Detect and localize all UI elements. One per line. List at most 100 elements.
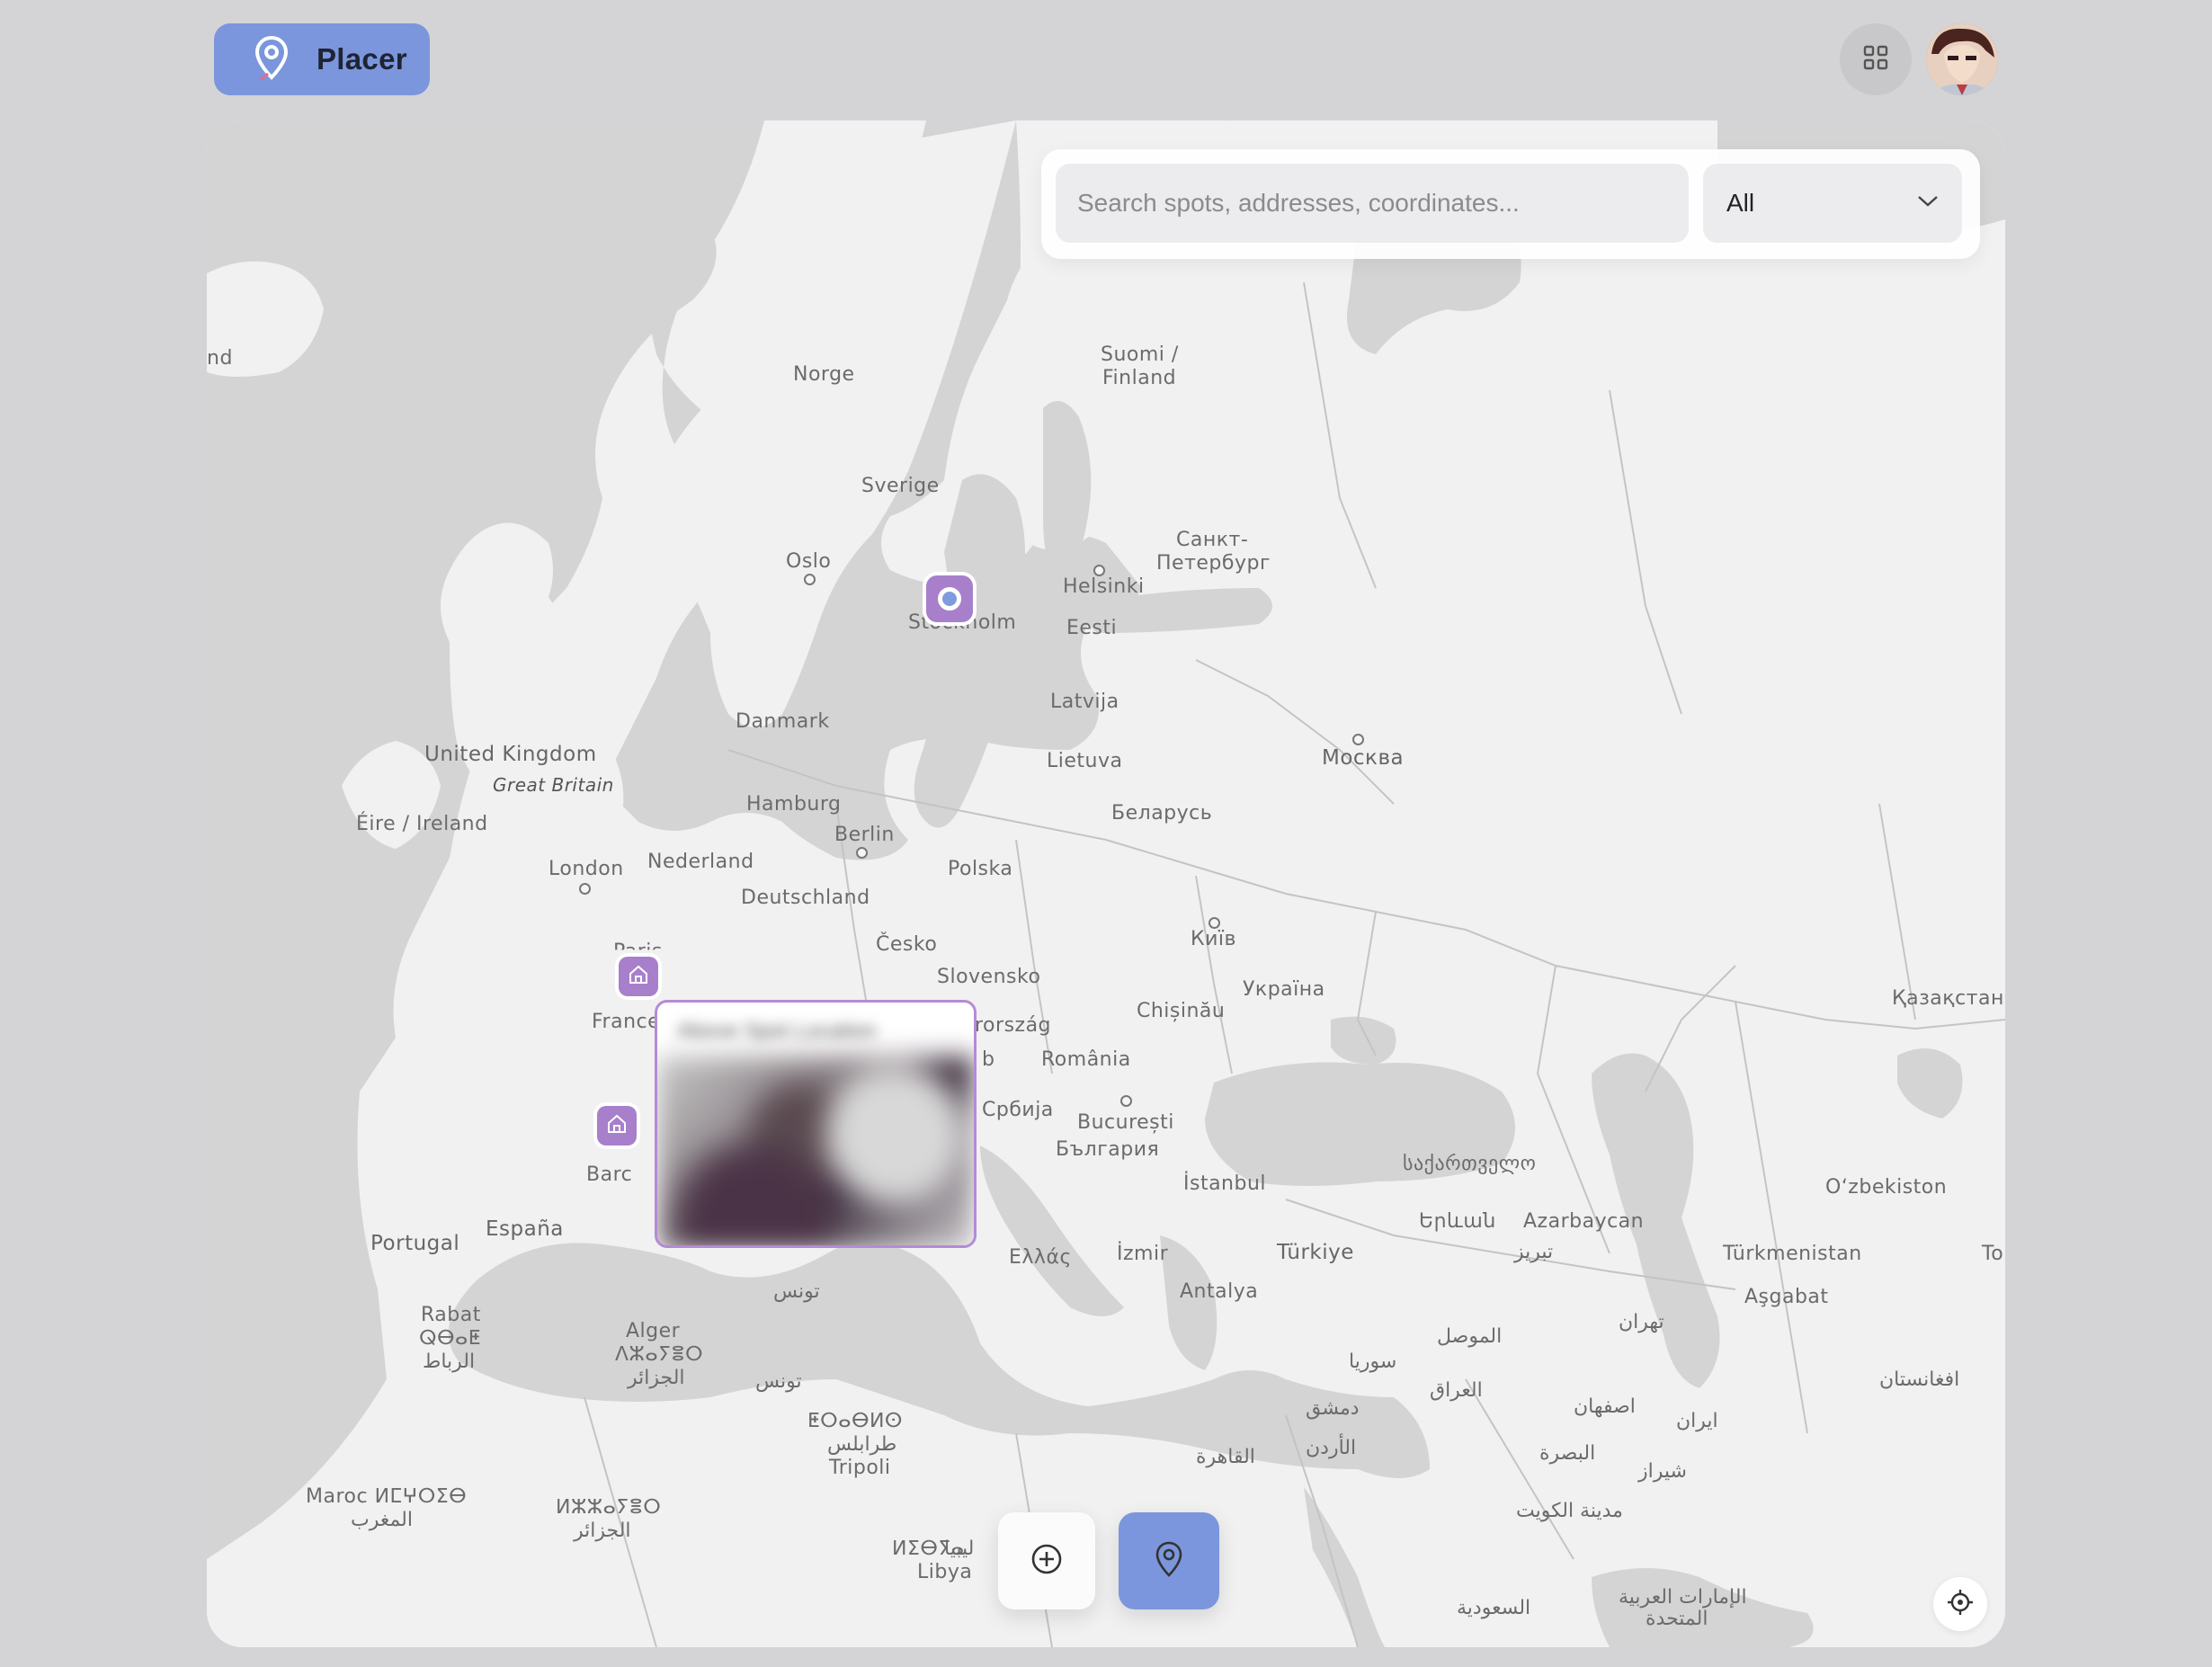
search-panel: All <box>1041 149 1980 259</box>
grid-icon <box>1862 44 1889 76</box>
map-label: Finland <box>1102 367 1177 389</box>
map-label: Rabat <box>421 1304 481 1326</box>
map-label: اصفهان <box>1574 1395 1636 1418</box>
map-label: България <box>1056 1138 1160 1161</box>
map-label: Hamburg <box>746 793 842 816</box>
map-label: ⴷⵣⴰⵢⴻⵔ <box>615 1343 704 1366</box>
map-label: Azarbaycan <box>1523 1210 1645 1233</box>
map-label: العراق <box>1430 1379 1483 1402</box>
map-label: Chișinău <box>1137 1000 1226 1022</box>
map-label: Slovensko <box>937 966 1041 988</box>
filter-selected-value: All <box>1726 189 1755 217</box>
search-input[interactable] <box>1056 164 1689 243</box>
map-label: تبریز <box>1514 1241 1554 1263</box>
map-pin-icon <box>1151 1539 1187 1583</box>
spot-preview-card[interactable]: Above Spot Location <box>655 1000 977 1248</box>
spot-preview-image <box>657 1056 974 1245</box>
map-label: Maroc ⵍⵎⵖⵔⵉⴱ <box>306 1485 468 1508</box>
map-label: Türkmenistan <box>1723 1243 1862 1265</box>
map-label: السعودية <box>1457 1597 1531 1619</box>
map-label: Eesti <box>1066 617 1118 639</box>
map-label: Sverige <box>861 475 940 497</box>
current-location-marker[interactable] <box>926 575 973 622</box>
map-label: București <box>1077 1111 1174 1134</box>
map-label: To <box>1982 1243 2004 1265</box>
map-label: دمشق <box>1306 1397 1360 1420</box>
map-label: Երևան <box>1419 1210 1496 1233</box>
map-label: Barc <box>586 1163 633 1186</box>
map-label: الأردن <box>1306 1437 1357 1459</box>
map-label: საქართველო <box>1403 1153 1537 1175</box>
city-dot <box>579 883 591 895</box>
add-spot-button[interactable] <box>998 1512 1095 1609</box>
map-label: طرابلس <box>827 1433 897 1456</box>
city-dot <box>804 574 816 585</box>
plus-circle-icon <box>1029 1541 1065 1582</box>
map-label: Polska <box>948 858 1013 880</box>
spot-marker-home[interactable] <box>597 1106 637 1146</box>
map-label: المغرب <box>351 1509 413 1531</box>
map-label: الرباط <box>423 1351 476 1373</box>
map-label: Lietuva <box>1047 750 1123 772</box>
map-label: ⵍⵣⵣⴰⵢⴻⵔ <box>556 1496 662 1519</box>
city-dot <box>1352 734 1364 745</box>
map-label: İzmir <box>1117 1243 1169 1265</box>
home-icon <box>628 964 649 990</box>
map-label: Libya <box>917 1561 973 1583</box>
map-label: المتحدة <box>1646 1608 1708 1630</box>
city-dot <box>856 847 868 859</box>
map-label: تونس <box>773 1280 820 1303</box>
map-label: الجزائر <box>574 1520 631 1542</box>
map-label: تهران <box>1619 1311 1664 1333</box>
map-label: مدينة الكويت <box>1516 1500 1623 1522</box>
map-label: Deutschland <box>741 887 870 909</box>
map-label: ليبيا <box>944 1538 975 1560</box>
apps-grid-button[interactable] <box>1840 23 1912 95</box>
map-label: İstanbul <box>1183 1172 1267 1195</box>
map-label: nd <box>207 347 233 370</box>
map-label: ⵕⴱⴰⵟ <box>419 1327 481 1350</box>
map-view-button[interactable] <box>1119 1512 1219 1609</box>
map-label: b <box>982 1048 995 1071</box>
map-label: Ελλάς <box>1009 1246 1072 1269</box>
map-label: الموصل <box>1437 1325 1503 1348</box>
map-label: الإمارات العربية <box>1619 1586 1747 1609</box>
map-label: Санкт- <box>1176 529 1249 551</box>
map-label: Петербург <box>1156 552 1271 575</box>
locate-me-button[interactable] <box>1933 1577 1987 1631</box>
map-label: rország <box>975 1014 1052 1037</box>
city-dot <box>1093 565 1105 576</box>
map-label: Helsinki <box>1063 575 1145 598</box>
map-label: Great Britain <box>493 774 614 796</box>
chevron-down-icon <box>1917 195 1939 212</box>
map-label: Қазақстан <box>1892 987 2004 1010</box>
map-label: România <box>1041 1048 1131 1071</box>
map-label: Україна <box>1243 978 1325 1001</box>
map-label: Norge <box>793 363 855 386</box>
map-label: Suomi / <box>1101 343 1179 366</box>
map-label: افغانستان <box>1879 1368 1960 1391</box>
map-label: Nederland <box>647 851 754 873</box>
map-label: Tripoli <box>829 1457 891 1479</box>
map-label: شیراز <box>1638 1460 1687 1483</box>
map-label: سوريا <box>1349 1351 1397 1373</box>
spot-preview-title: Above Spot Location <box>677 1019 877 1043</box>
map-label: ⵟⵔⴰⴱⵍⵙ <box>807 1410 903 1432</box>
map-label: France <box>592 1011 661 1033</box>
avatar[interactable] <box>1926 23 1998 95</box>
map-label: Беларусь <box>1111 802 1213 825</box>
logo-home-button[interactable]: Placer <box>214 23 430 95</box>
map-label: Oslo <box>786 550 832 573</box>
app-name: Placer <box>317 42 407 76</box>
location-ring-icon <box>938 587 961 611</box>
map-label: تونس <box>755 1370 802 1393</box>
spot-marker-home[interactable] <box>619 957 658 996</box>
map-label: Éire / Ireland <box>356 813 488 835</box>
map-label: Київ <box>1191 928 1236 950</box>
map-canvas[interactable]: nd Norge Sverige Suomi / Finland Oslo St… <box>207 120 2005 1647</box>
map-label: London <box>549 858 624 880</box>
city-dot <box>1120 1095 1132 1107</box>
category-filter-select[interactable]: All <box>1703 164 1962 243</box>
crosshair-icon <box>1946 1588 1975 1621</box>
map-label: España <box>486 1217 564 1241</box>
